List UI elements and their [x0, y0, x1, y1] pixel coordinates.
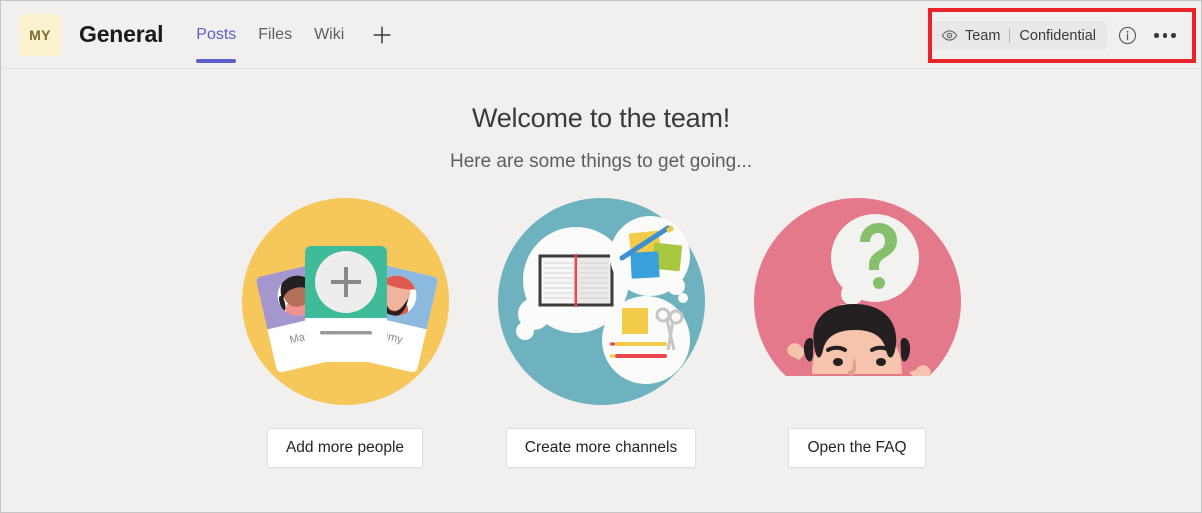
more-options-icon	[1154, 33, 1176, 38]
tab-files-label: Files	[258, 25, 293, 43]
welcome-title: Welcome to the team!	[471, 103, 731, 133]
welcome-panel: Welcome to the team! Here are some thing…	[1, 69, 1201, 512]
welcome-card-add-people: Maxine	[217, 198, 473, 468]
plus-icon	[373, 25, 391, 44]
teams-channel-window: MY General Posts Files Wiki Team Confide…	[0, 0, 1202, 513]
sensitivity-classification-label: Confidential	[1019, 27, 1096, 44]
team-avatar-initials: MY	[29, 26, 51, 43]
welcome-card-create-channels: Create more channels	[473, 198, 729, 468]
sensitivity-scope-label: Team	[964, 27, 1001, 44]
add-more-people-button[interactable]: Add more people	[266, 428, 424, 468]
header-right-cluster: Team Confidential	[916, 8, 1191, 63]
create-more-channels-button[interactable]: Create more channels	[505, 428, 697, 468]
tab-wiki[interactable]: Wiki	[303, 1, 355, 69]
channel-info-button[interactable]	[1109, 18, 1145, 54]
welcome-cards: Maxine	[217, 198, 985, 468]
tab-posts[interactable]: Posts	[185, 1, 247, 69]
channel-header: MY General Posts Files Wiki Team Confide…	[1, 1, 1201, 69]
pill-divider	[1009, 28, 1011, 43]
info-circle-icon	[1118, 26, 1136, 45]
open-the-faq-button[interactable]: Open the FAQ	[788, 428, 926, 468]
tab-wiki-label: Wiki	[314, 25, 345, 43]
channels-thought-bubbles-illustration	[497, 198, 705, 405]
team-avatar[interactable]: MY	[19, 13, 61, 56]
eye-icon	[941, 30, 958, 41]
more-options-button[interactable]	[1147, 18, 1183, 54]
welcome-card-open-faq: Open the FAQ	[729, 198, 985, 468]
welcome-subtitle: Here are some things to get going...	[449, 151, 753, 172]
faq-question-illustration	[753, 198, 961, 405]
channel-tabs: Posts Files Wiki	[185, 1, 397, 69]
sensitivity-label-pill[interactable]: Team Confidential	[929, 21, 1107, 50]
page-title: General	[79, 21, 164, 47]
add-tab-button[interactable]	[367, 20, 397, 50]
people-cards-illustration: Maxine	[241, 198, 449, 405]
tab-files[interactable]: Files	[247, 1, 303, 69]
tab-posts-label: Posts	[196, 25, 237, 43]
